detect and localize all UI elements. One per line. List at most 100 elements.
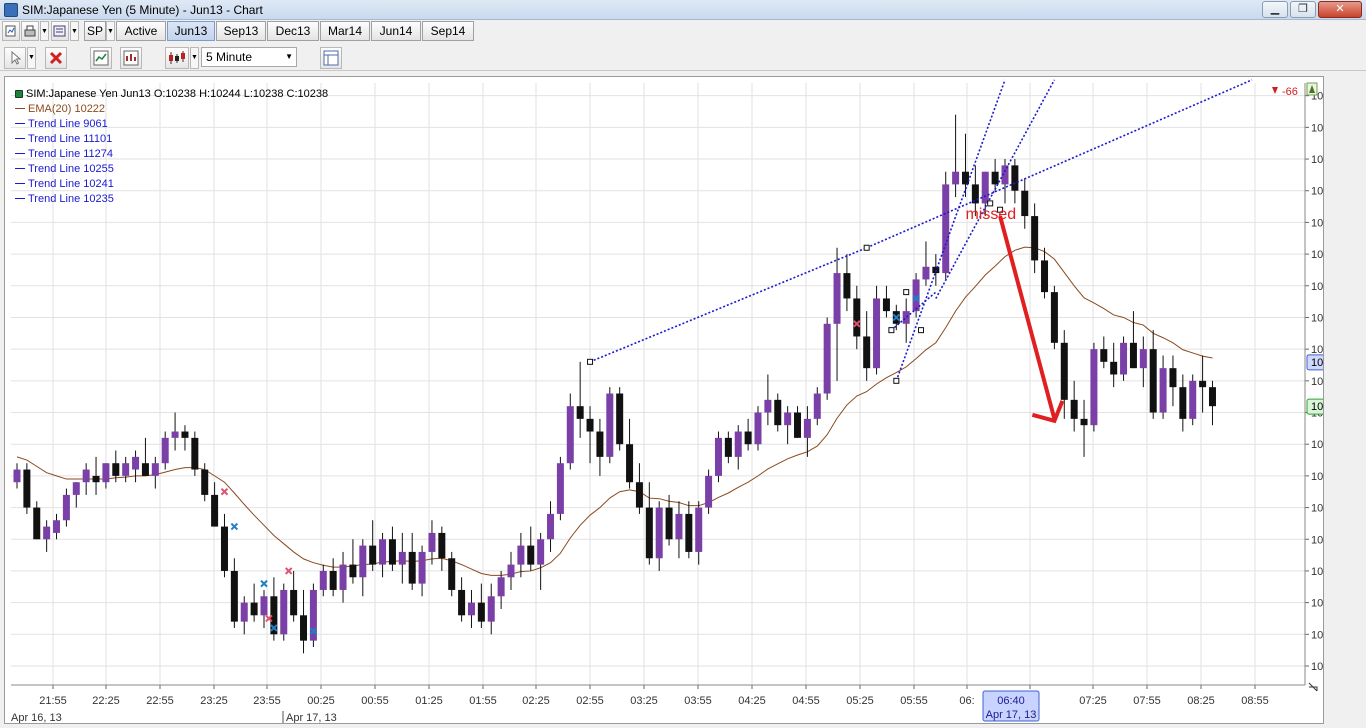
trend-line-anchor — [863, 244, 870, 251]
contract-tab-jun14[interactable]: Jun14 — [371, 21, 421, 41]
indicators-icon[interactable] — [90, 47, 112, 69]
candle — [754, 406, 762, 451]
candle-body — [1189, 380, 1197, 419]
y-tick-label: 10160 — [1311, 661, 1323, 673]
restore-button[interactable]: ❐ — [1290, 1, 1316, 18]
price-marker-label: 10201 — [1311, 401, 1323, 413]
x-tick-label: 07:25 — [1079, 695, 1107, 707]
candle-body — [942, 184, 950, 274]
x-tick-label: 03:55 — [684, 695, 712, 707]
candle-body — [527, 545, 535, 565]
contract-tab-dec13[interactable]: Dec13 — [267, 21, 319, 41]
strategies-icon[interactable] — [120, 47, 142, 69]
trend-line-anchor — [918, 327, 925, 334]
x-tick-label: 00:25 — [307, 695, 335, 707]
interval-select[interactable]: 5 Minute ▼ — [201, 47, 297, 67]
data-box-icon[interactable] — [320, 47, 342, 69]
x-tick-label: 06: — [959, 695, 974, 707]
candle-body — [645, 507, 653, 559]
candle-body — [774, 399, 782, 426]
chart-legend: SIM:Japanese Yen Jun13 O:10238 H:10244 L… — [15, 87, 328, 207]
candle — [309, 583, 317, 647]
candle-body — [467, 602, 475, 616]
candle-body — [754, 412, 762, 445]
contract-tab-jun13[interactable]: Jun13 — [167, 21, 215, 41]
candle-body — [1110, 361, 1118, 375]
contract-tab-sep13[interactable]: Sep13 — [216, 21, 266, 41]
candle — [823, 317, 831, 400]
y-tick-label: 10225 — [1311, 249, 1323, 261]
bar-data-icon — [15, 90, 23, 98]
candle-body — [961, 171, 969, 185]
x-tick-label: 04:25 — [738, 695, 766, 707]
candle-body — [685, 513, 693, 552]
candle-body — [161, 437, 169, 464]
candle-body — [408, 551, 416, 584]
candle — [448, 551, 456, 597]
date-label: Apr 17, 13 — [286, 712, 337, 723]
title-bar: SIM:Japanese Yen (5 Minute) - Jun13 - Ch… — [0, 0, 1366, 20]
candle-body — [971, 184, 979, 204]
contract-tab-mar14[interactable]: Mar14 — [320, 21, 370, 41]
candle-body — [92, 475, 100, 483]
chart-style-icon[interactable] — [165, 47, 189, 69]
candle-body — [319, 570, 327, 590]
instrument-button-dropdown-icon[interactable]: ▼ — [106, 21, 115, 41]
chart-style-dropdown-icon[interactable]: ▼ — [190, 47, 199, 69]
annotation-text: missed — [965, 206, 1016, 223]
remove-drawings-icon[interactable] — [45, 47, 67, 69]
candle-body — [1011, 165, 1019, 191]
chart-toolbar: ▼ ▼ 5 Minute ▼ — [0, 45, 1366, 71]
candle-body — [379, 539, 387, 565]
candle-body — [1179, 387, 1187, 419]
x-tick-label: 23:25 — [200, 695, 228, 707]
instrument-button[interactable]: SP — [84, 21, 106, 41]
candle-body — [122, 463, 130, 476]
chart-panel[interactable]: 10160 10165 10170 10175 10180 10185 10190 10195… — [4, 76, 1344, 724]
candle-body — [833, 273, 841, 324]
instrument-toolbar: ▼ ▼ SP ▼ Active Jun13 Sep13 Dec13 Mar14 Jun14… — [0, 21, 1366, 43]
candle-body — [586, 418, 594, 432]
candle-body — [1208, 387, 1216, 407]
contract-tab-sep14[interactable]: Sep14 — [422, 21, 474, 41]
candle-body — [1100, 349, 1108, 362]
candle-body — [507, 564, 515, 578]
print-dropdown-icon[interactable]: ▼ — [40, 21, 49, 41]
candle-body — [211, 494, 219, 527]
legend-ema: EMA(20) 10222 — [15, 102, 328, 117]
candle-body — [556, 463, 564, 514]
contract-tab-active[interactable]: Active — [116, 21, 166, 41]
candle-body — [734, 431, 742, 457]
candle — [191, 431, 199, 476]
candle-body — [171, 431, 179, 438]
candle-body — [388, 539, 396, 565]
minimize-button[interactable]: ▁ — [1262, 1, 1288, 18]
new-chart-icon[interactable] — [2, 21, 20, 41]
y-tick-label: 10230 — [1311, 217, 1323, 229]
instrument-dropdown-icon[interactable]: ▼ — [70, 21, 79, 41]
candle-body — [695, 507, 703, 552]
candle-body — [823, 323, 831, 394]
x-tick-label: 05:25 — [846, 695, 874, 707]
candle-body — [448, 558, 456, 590]
candle-body — [675, 513, 683, 540]
x-tick-label: 03:25 — [630, 695, 658, 707]
candle-body — [1199, 380, 1207, 388]
candle-body — [843, 273, 851, 299]
instrument-list-icon[interactable] — [51, 21, 69, 41]
candle-body — [72, 482, 80, 495]
trend-line-anchor — [903, 289, 910, 296]
print-icon[interactable] — [21, 21, 39, 41]
zoom-icon — [1308, 682, 1318, 692]
candle-body — [655, 507, 663, 559]
app-icon — [4, 3, 18, 17]
pointer-icon[interactable] — [4, 47, 26, 69]
legend-trendlines: Trend Line 9061 Trend Line 11101 Trend Lin… — [15, 117, 328, 207]
candle-body — [53, 520, 61, 533]
pointer-dropdown-icon[interactable]: ▼ — [27, 47, 36, 69]
trend-line-anchor — [987, 200, 994, 207]
candle-body — [191, 437, 199, 470]
candle — [1189, 374, 1197, 426]
close-button[interactable]: ✕ — [1318, 1, 1362, 18]
candle-body — [418, 551, 426, 584]
